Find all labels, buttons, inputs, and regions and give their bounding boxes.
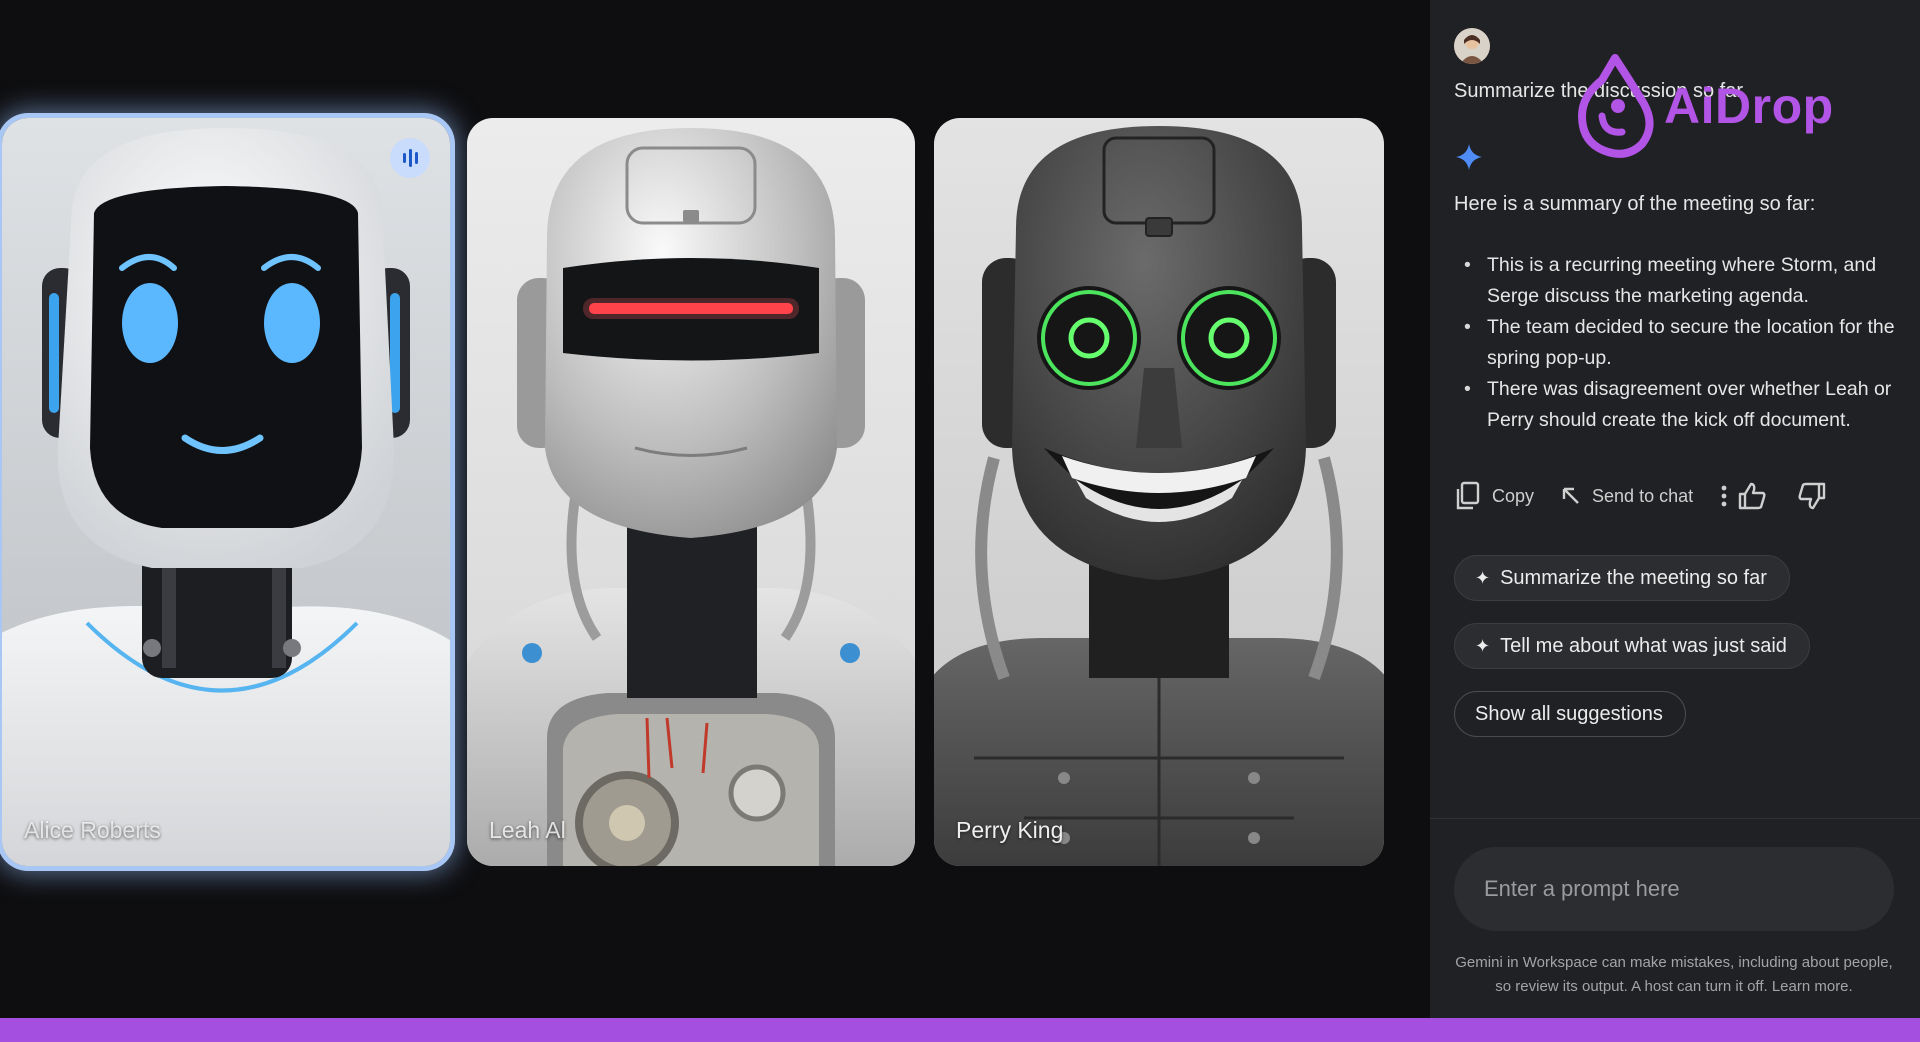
participant-name: Alice Roberts: [24, 817, 161, 843]
prompt-input[interactable]: [1454, 847, 1894, 931]
send-to-chat-icon: [1562, 487, 1579, 504]
sparkle-icon: ✦: [1475, 635, 1491, 656]
suggestion-chip-tell-me[interactable]: ✦ Tell me about what was just said: [1454, 623, 1810, 669]
thumbs-down-icon: [1798, 482, 1826, 510]
watermark-logo: AiDrop: [1572, 52, 1834, 160]
speaking-indicator-icon: [390, 138, 430, 178]
watermark-text: AiDrop: [1664, 78, 1834, 134]
show-all-label: Show all suggestions: [1475, 702, 1663, 725]
bottom-accent-bar: [0, 1018, 1920, 1042]
response-actions: Copy Send to chat: [1454, 478, 1908, 514]
send-to-chat-label: Send to chat: [1592, 485, 1694, 506]
copy-icon: [1456, 481, 1480, 510]
thumbs-down-button[interactable]: [1797, 482, 1827, 510]
participant-tile-alice[interactable]: Alice Roberts: [2, 118, 450, 866]
meeting-stage: Alice Roberts Leah Al Perry King Summari…: [0, 0, 1920, 1042]
send-to-chat-button[interactable]: Send to chat: [1560, 485, 1693, 507]
list-item: There was disagreement over whether Leah…: [1454, 374, 1904, 436]
copy-button[interactable]: Copy: [1454, 481, 1534, 511]
robot-avatar-silver: [467, 118, 915, 866]
robot-avatar-white: [2, 118, 450, 866]
more-vert-icon: [1721, 485, 1727, 507]
suggestion-chip-summarize[interactable]: ✦ Summarize the meeting so far: [1454, 555, 1790, 601]
participant-tile-perry[interactable]: Perry King: [934, 118, 1384, 866]
sparkle-icon: ✦: [1475, 567, 1491, 588]
show-all-suggestions-button[interactable]: Show all suggestions: [1454, 691, 1686, 737]
sparkle-icon: [1456, 144, 1482, 170]
suggestion-label: Tell me about what was just said: [1500, 634, 1787, 657]
thumbs-up-button[interactable]: [1737, 482, 1767, 510]
participant-name: Leah Al: [489, 817, 566, 843]
copy-label: Copy: [1492, 485, 1535, 506]
participant-name: Perry King: [956, 817, 1064, 843]
list-item: The team decided to secure the location …: [1454, 312, 1904, 374]
participant-tile-leah[interactable]: Leah Al: [467, 118, 915, 866]
list-item: This is a recurring meeting where Storm,…: [1454, 250, 1904, 312]
prompt-area: Gemini in Workspace can make mistakes, i…: [1430, 818, 1920, 1019]
robot-avatar-dark: [934, 118, 1384, 866]
response-intro: Here is a summary of the meeting so far:: [1454, 193, 1816, 215]
thumbs-up-icon: [1738, 482, 1766, 510]
more-options-button[interactable]: [1719, 483, 1729, 509]
drop-logo-icon: [1578, 54, 1654, 158]
avatar: [1454, 28, 1490, 64]
summary-list: This is a recurring meeting where Storm,…: [1454, 250, 1904, 436]
suggestion-label: Summarize the meeting so far: [1500, 566, 1767, 589]
disclaimer-text: Gemini in Workspace can make mistakes, i…: [1455, 954, 1893, 995]
